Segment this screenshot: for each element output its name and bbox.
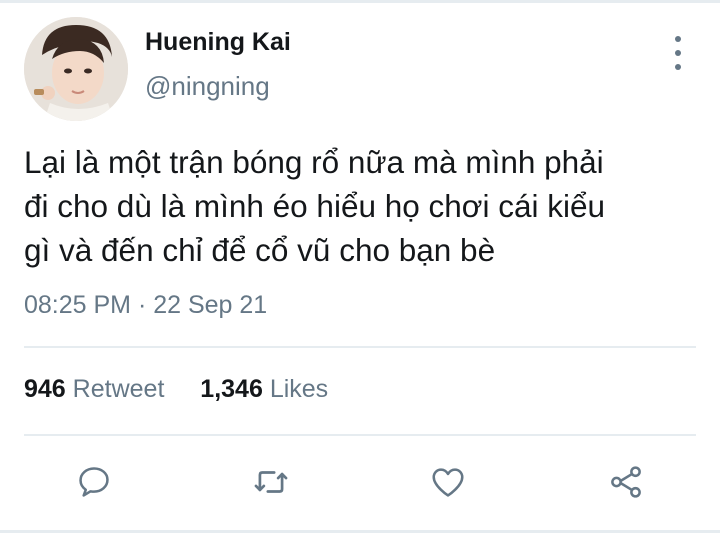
avatar[interactable]	[24, 17, 128, 121]
tweet-stats: 946 Retweet 1,346 Likes	[24, 375, 328, 404]
reply-icon	[79, 467, 109, 497]
retweet-stat[interactable]: 946 Retweet	[24, 375, 171, 403]
retweet-label: Retweet	[72, 375, 165, 403]
retweet-button[interactable]	[249, 460, 293, 504]
reply-button[interactable]	[72, 460, 116, 504]
more-options-dot	[675, 50, 681, 56]
more-options-dot	[675, 64, 681, 70]
share-icon	[611, 466, 641, 498]
likes-stat[interactable]: 1,346 Likes	[200, 375, 328, 403]
divider	[24, 346, 696, 348]
top-border	[0, 0, 720, 3]
tweet-text-line: Lại là một trận bóng rổ nữa mà mình phải	[24, 144, 604, 180]
tweet-text: Lại là một trận bóng rổ nữa mà mình phải…	[24, 140, 704, 272]
avatar-photo	[24, 17, 128, 121]
more-options-icon	[675, 36, 681, 42]
like-button[interactable]	[426, 460, 470, 504]
likes-count: 1,346	[200, 375, 263, 403]
tweet-text-line: đi cho dù là mình éo hiểu họ chơi cái ki…	[24, 188, 606, 224]
likes-label: Likes	[269, 375, 329, 403]
retweet-icon	[254, 471, 288, 493]
tweet-timestamp[interactable]: 08:25 PM · 22 Sep 21	[24, 291, 267, 320]
more-options-button[interactable]	[664, 36, 692, 70]
divider	[24, 434, 696, 436]
share-button[interactable]	[604, 460, 648, 504]
like-icon	[432, 468, 464, 497]
display-name[interactable]: Huening Kai	[145, 28, 291, 57]
tweet-text-line: gì và đến chỉ để cổ vũ cho bạn bè	[24, 232, 496, 268]
user-handle[interactable]: @ningning	[145, 71, 270, 102]
retweet-count: 946	[24, 375, 66, 403]
